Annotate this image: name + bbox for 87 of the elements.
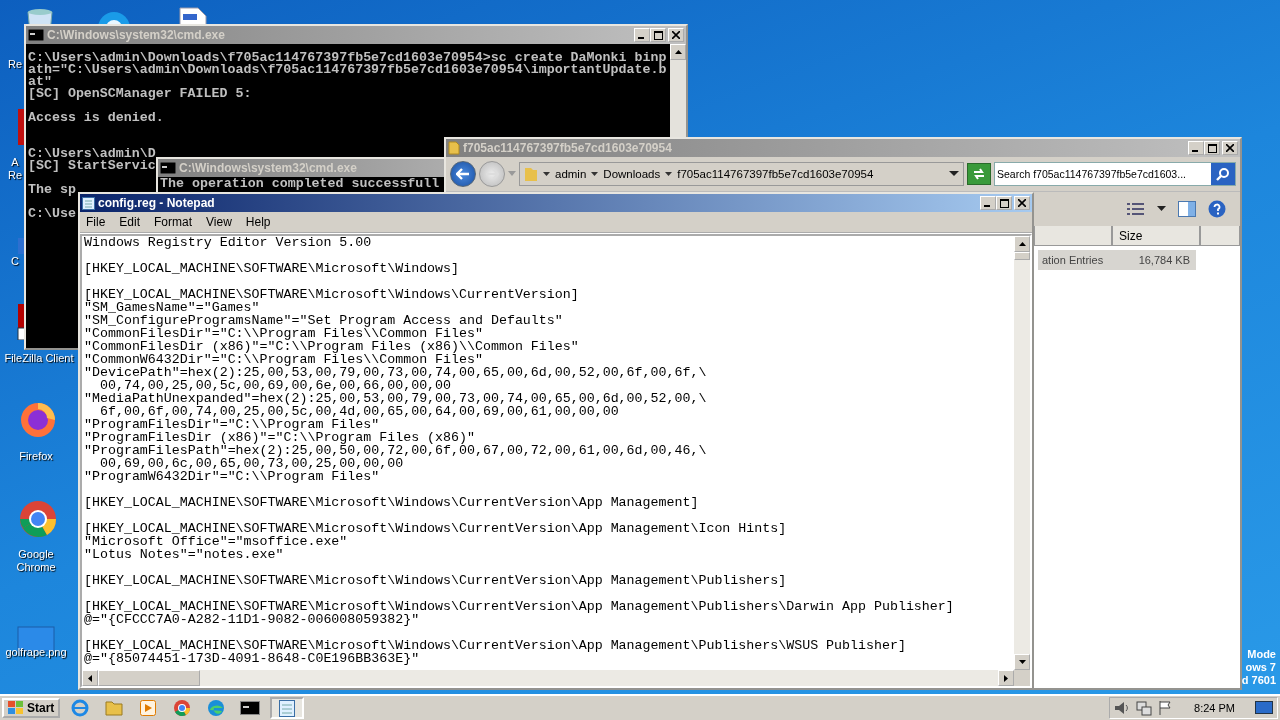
resize-grip[interactable] [1014, 670, 1030, 686]
browser-icon [71, 699, 90, 717]
file-type: ation Entries [1041, 254, 1105, 266]
close-icon [1018, 199, 1026, 207]
minimize-button[interactable] [980, 196, 996, 210]
file-size: 16,784 KB [1138, 254, 1191, 266]
folder-icon [448, 141, 460, 155]
console-line: The sp [28, 184, 76, 196]
caret-icon[interactable] [665, 171, 673, 177]
menu-item[interactable]: File [86, 215, 106, 229]
back-arrow-icon [456, 168, 470, 180]
notepad-icon [82, 196, 95, 210]
close-icon [1226, 144, 1234, 152]
close-icon [672, 31, 680, 39]
left-arrow-icon[interactable] [88, 674, 92, 682]
window-title: C:\Windows\system32\cmd.exe [47, 28, 226, 42]
system-text: ows 7 [1245, 661, 1276, 674]
icon-label: Firefox [18, 450, 54, 463]
edge-icon [207, 699, 226, 717]
right-arrow-icon[interactable] [1004, 674, 1008, 682]
console-line: C:\Users\admin\D [28, 148, 156, 160]
down-arrow-icon[interactable] [1018, 660, 1026, 664]
view-options-icon[interactable] [1127, 202, 1145, 216]
icon-label: C [10, 255, 20, 268]
window-title: config.reg - Notepad [98, 196, 216, 210]
up-arrow-icon [674, 50, 682, 54]
search-field[interactable]: Search f705ac114767397fb5e7cd1603... [994, 162, 1236, 186]
vertical-scrollbar[interactable] [1014, 236, 1030, 670]
back-button[interactable] [450, 161, 476, 187]
address-bar[interactable]: admin Downloads f705ac114767397fb5e7cd1603e70954 [519, 162, 964, 186]
maximize-button[interactable] [996, 196, 1012, 210]
icon-label: A Re [7, 156, 23, 182]
preview-pane-icon[interactable] [1178, 201, 1196, 217]
window-title: C:\Windows\system32\cmd.exe [179, 161, 357, 175]
horizontal-scrollbar[interactable] [82, 670, 1030, 686]
menu-item[interactable]: View [206, 215, 232, 229]
caret-icon[interactable] [949, 171, 959, 177]
folder-icon [524, 166, 538, 182]
window-title: f705ac114767397fb5e7cd1603e70954 [463, 141, 673, 155]
console-icon [240, 701, 261, 715]
caret-icon[interactable] [591, 171, 599, 177]
console-icon [28, 29, 44, 41]
show-desktop-icon[interactable] [1255, 700, 1273, 716]
clock[interactable]: 8:24 PM [1194, 702, 1235, 714]
console-line: [SC] StartServic [28, 160, 156, 172]
scroll-up-button[interactable] [670, 44, 686, 60]
windows-logo-icon [8, 701, 24, 715]
icon-label: golfrape.png [4, 646, 68, 659]
column-header[interactable]: Size [1112, 226, 1200, 246]
icon-label: FileZilla Client [3, 352, 75, 365]
menu-item[interactable]: Edit [119, 215, 141, 229]
menu-item[interactable]: Help [245, 215, 271, 229]
notepad-icon [279, 699, 296, 717]
close-button[interactable] [1014, 196, 1030, 210]
speaker-icon[interactable] [1114, 700, 1131, 716]
up-arrow-icon[interactable] [1018, 242, 1026, 246]
start-button[interactable]: Start [2, 698, 61, 718]
menu-item[interactable]: Format [154, 215, 193, 229]
breadcrumb-link[interactable]: f705ac114767397fb5e7cd1603e70954 [677, 168, 874, 180]
console-line: ath="C:\Users\admin\Downloads\f705ac114767397fb5e7cd1603e70954\importantUpdate.b [28, 64, 667, 76]
system-text: Mode [1247, 648, 1276, 661]
console-line: Access is denied. [28, 112, 164, 124]
maximize-icon [1207, 143, 1217, 153]
refresh-button[interactable] [967, 163, 991, 185]
console-line: C:\Users\admin\Downloads\f705ac114767397fb5e7cd1603e70954>sc create DaMonki binp [28, 52, 667, 64]
file-row[interactable]: ation Entries 16,784 KB [1038, 250, 1196, 270]
folder-icon [105, 700, 124, 716]
search-icon[interactable] [1216, 167, 1230, 181]
refresh-icon [971, 167, 987, 181]
media-player-icon [140, 700, 157, 716]
console-icon [160, 162, 176, 174]
maximize-icon [653, 30, 663, 40]
network-icon[interactable] [1136, 700, 1153, 716]
console-line: The operation completed successfull [160, 178, 440, 190]
console-line: [SC] OpenSCManager FAILED 5: [28, 88, 252, 100]
chrome-icon [173, 699, 192, 717]
help-icon[interactable] [1208, 200, 1226, 218]
icon-label: Google Chrome [15, 548, 57, 574]
console-line: C:\Use [28, 208, 76, 220]
caret-icon[interactable] [1157, 206, 1166, 212]
system-text: d 7601 [1241, 674, 1276, 687]
breadcrumb-link[interactable]: admin [555, 168, 587, 180]
maximize-icon [999, 198, 1009, 208]
breadcrumb-link[interactable]: Downloads [603, 168, 661, 180]
scroll-thumb[interactable] [1014, 252, 1030, 260]
console-line: at" [28, 76, 52, 88]
icon-label: Re [7, 58, 23, 71]
